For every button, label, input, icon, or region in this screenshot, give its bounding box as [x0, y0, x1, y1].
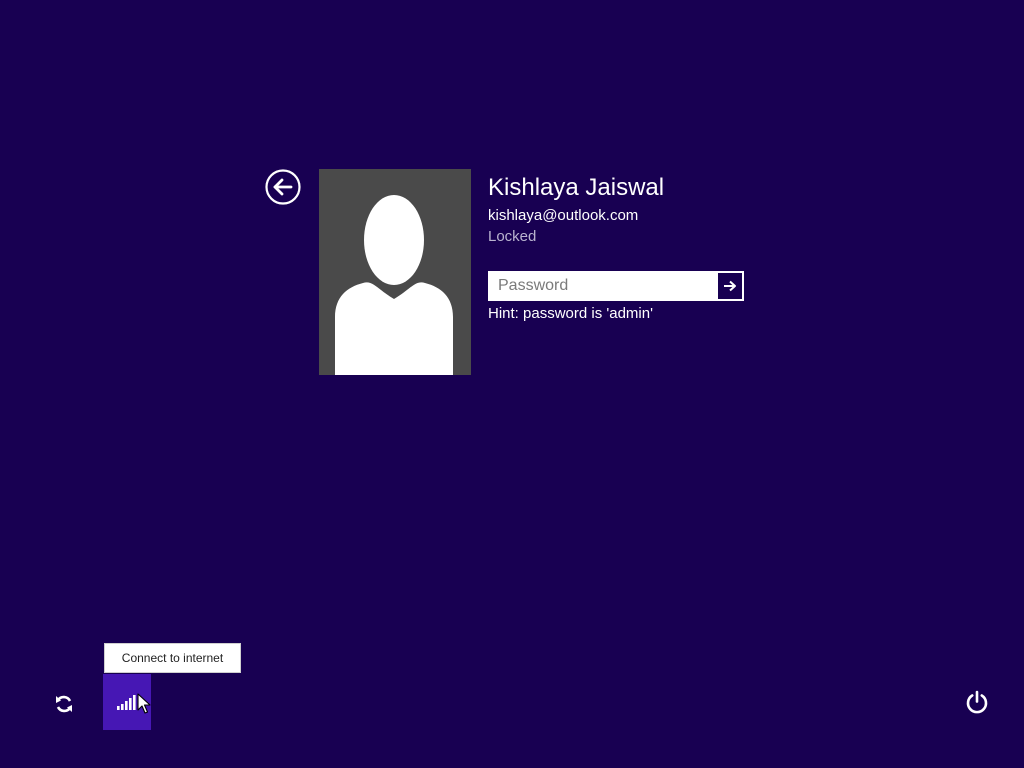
user-info: Kishlaya Jaiswal kishlaya@outlook.com Lo… — [488, 172, 664, 248]
power-button[interactable] — [961, 686, 993, 718]
back-arrow-icon — [265, 169, 301, 205]
right-arrow-icon — [724, 280, 736, 292]
power-icon — [966, 690, 988, 714]
user-email: kishlaya@outlook.com — [488, 207, 639, 224]
user-name: Kishlaya Jaiswal — [488, 174, 665, 201]
user-status: Locked — [488, 228, 537, 245]
submit-button[interactable] — [716, 271, 744, 301]
user-silhouette-icon — [335, 195, 453, 375]
password-hint: Hint: password is 'admin' — [488, 305, 653, 322]
back-button[interactable] — [265, 169, 301, 205]
network-signal-icon — [117, 695, 136, 710]
ease-of-access-button[interactable] — [48, 688, 80, 720]
user-avatar — [319, 169, 471, 375]
ease-of-access-icon — [56, 695, 72, 713]
network-tooltip: Connect to internet — [104, 643, 241, 673]
password-box — [488, 271, 744, 301]
network-button[interactable] — [103, 674, 151, 730]
password-input[interactable] — [488, 271, 716, 301]
lock-screen: Kishlaya Jaiswal kishlaya@outlook.com Lo… — [0, 0, 1024, 768]
